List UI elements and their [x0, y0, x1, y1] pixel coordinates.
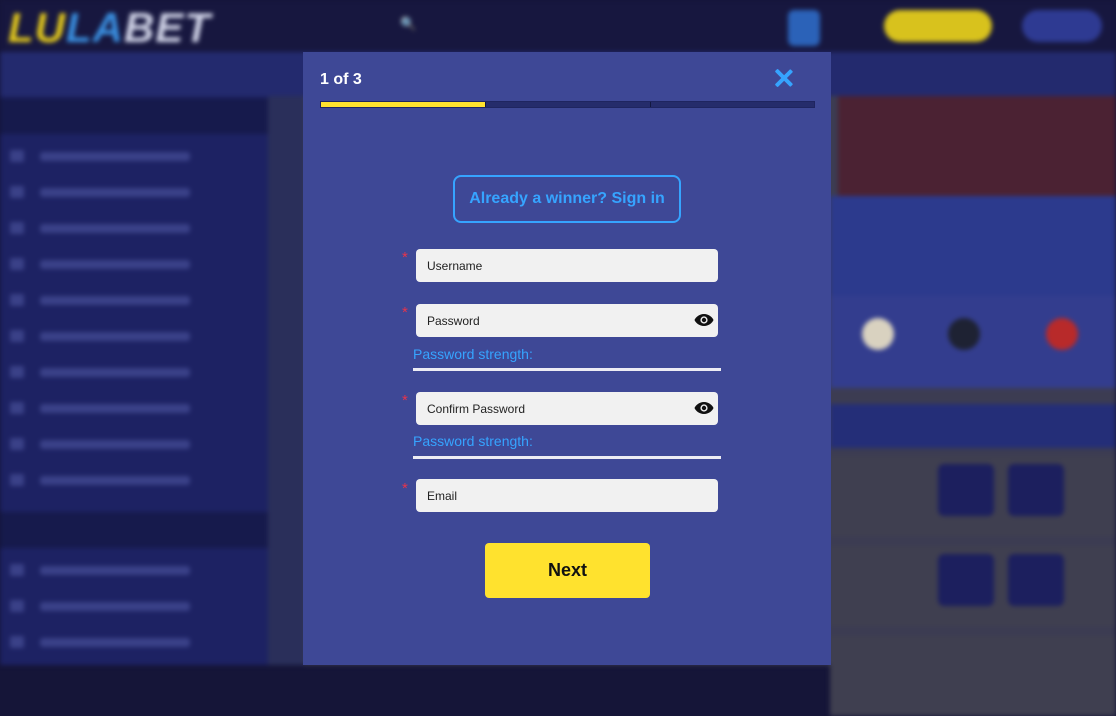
- sports-sidebar: [0, 96, 268, 665]
- required-marker: *: [402, 249, 408, 266]
- odd-button: [938, 554, 994, 606]
- password-strength-label: Password strength:: [413, 346, 533, 362]
- progress-divider: [485, 102, 486, 107]
- ball-icon: [948, 318, 980, 350]
- ball-icon: [1046, 318, 1078, 350]
- odd-button: [1008, 554, 1064, 606]
- next-button[interactable]: Next: [485, 543, 650, 598]
- odd-button: [938, 464, 994, 516]
- sidebar-item: [10, 636, 260, 650]
- sidebar-header: [0, 512, 268, 548]
- progress-bar: [320, 101, 815, 108]
- scores-panel: [830, 196, 1116, 296]
- sidebar-item: [10, 330, 260, 344]
- email-placeholder: Email: [427, 488, 458, 503]
- site-header: LULABET 🔍: [0, 0, 1116, 52]
- sidebar-item: [10, 366, 260, 380]
- password-strength-meter: [413, 368, 721, 371]
- confirm-password-strength-meter: [413, 456, 721, 459]
- registration-modal: 1 of 3 Already a winner? Sign in * Usern…: [303, 52, 831, 665]
- promo-banner: [838, 96, 1116, 196]
- password-placeholder: Password: [427, 313, 480, 328]
- eye-icon[interactable]: [694, 313, 714, 327]
- username-field[interactable]: Username: [416, 249, 718, 282]
- sign-in-button[interactable]: Already a winner? Sign in: [453, 175, 681, 223]
- odd-button: [1008, 464, 1064, 516]
- confirm-password-placeholder: Confirm Password: [427, 401, 526, 416]
- email-field[interactable]: Email: [416, 479, 718, 512]
- eye-icon[interactable]: [694, 401, 714, 415]
- required-marker: *: [402, 392, 408, 409]
- odds-header: [830, 404, 1116, 448]
- content-strip: [268, 96, 304, 665]
- sidebar-item: [10, 186, 260, 200]
- sidebar-item: [10, 222, 260, 236]
- confirm-password-strength-label: Password strength:: [413, 433, 533, 449]
- confirm-password-field[interactable]: Confirm Password: [416, 392, 718, 425]
- site-logo: LULABET: [8, 4, 211, 51]
- sidebar-item: [10, 402, 260, 416]
- sidebar-item: [10, 438, 260, 452]
- progress-fill: [321, 102, 486, 107]
- join-button: [884, 10, 992, 42]
- login-button: [1022, 10, 1102, 42]
- sidebar-item: [10, 564, 260, 578]
- sidebar-item: [10, 600, 260, 614]
- sidebar-header: [0, 98, 268, 134]
- sidebar-item: [10, 294, 260, 308]
- sidebar-item: [10, 150, 260, 164]
- username-placeholder: Username: [427, 258, 483, 273]
- sidebar-item: [10, 258, 260, 272]
- step-indicator: 1 of 3: [320, 71, 362, 88]
- odds-row: [830, 636, 1116, 716]
- required-marker: *: [402, 480, 408, 497]
- user-icon: [788, 10, 820, 46]
- search-icon: 🔍: [400, 16, 417, 31]
- sidebar-item: [10, 474, 260, 488]
- password-field[interactable]: Password: [416, 304, 718, 337]
- progress-divider: [650, 102, 651, 107]
- close-icon[interactable]: [773, 67, 795, 89]
- ball-icon: [862, 318, 894, 350]
- required-marker: *: [402, 304, 408, 321]
